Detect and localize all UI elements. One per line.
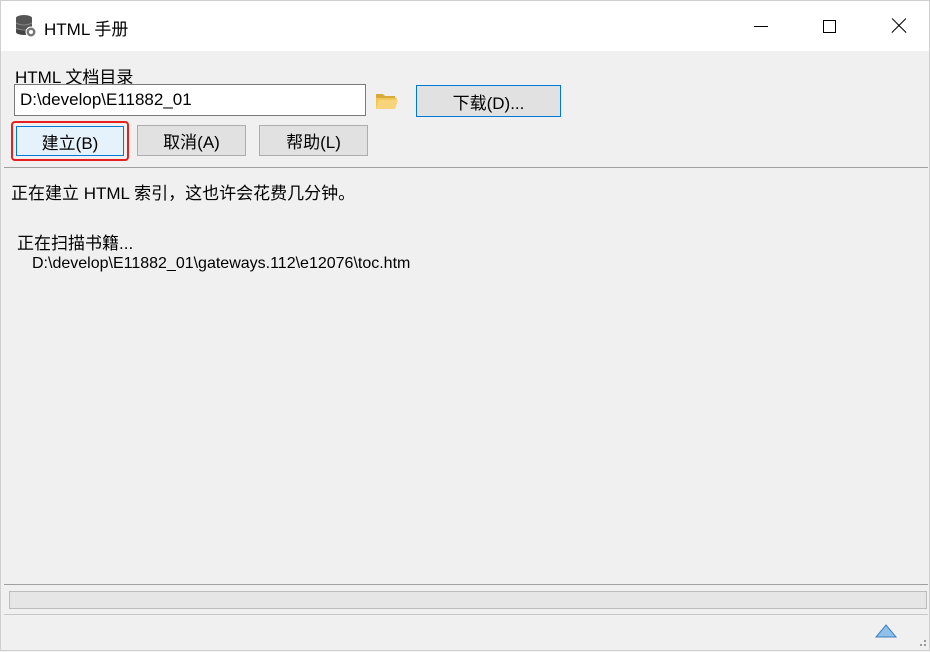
close-icon <box>891 18 907 34</box>
expand-up-icon[interactable] <box>874 624 898 638</box>
divider <box>4 614 928 615</box>
folder-open-icon[interactable] <box>375 92 399 110</box>
progress-bar <box>9 591 927 609</box>
help-button[interactable]: 帮助(L) <box>259 125 368 156</box>
window-title: HTML 手册 <box>44 20 129 39</box>
maximize-icon <box>822 19 836 33</box>
resize-grip-icon[interactable] <box>919 634 927 646</box>
cancel-button[interactable]: 取消(A) <box>137 125 246 156</box>
directory-input[interactable] <box>14 84 366 116</box>
build-button-highlight <box>11 121 129 161</box>
close-button[interactable] <box>876 1 922 51</box>
scanning-message: 正在扫描书籍... <box>17 234 134 253</box>
status-message: 正在建立 HTML 索引，这也许会花费几分钟。 <box>11 184 356 203</box>
current-file-path: D:\develop\E11882_01\gateways.112\e12076… <box>32 255 411 272</box>
minimize-icon <box>754 25 768 27</box>
html-manual-window: HTML 手册 HTML 文档目录 下载(D)... 建立(B) 取消(A) 帮… <box>0 0 930 651</box>
divider <box>4 584 928 585</box>
minimize-button[interactable] <box>738 1 784 51</box>
title-bar[interactable]: HTML 手册 <box>1 1 929 51</box>
download-button[interactable]: 下载(D)... <box>416 85 561 117</box>
maximize-button[interactable] <box>806 1 852 51</box>
database-gear-icon <box>15 14 37 38</box>
divider <box>4 167 928 168</box>
